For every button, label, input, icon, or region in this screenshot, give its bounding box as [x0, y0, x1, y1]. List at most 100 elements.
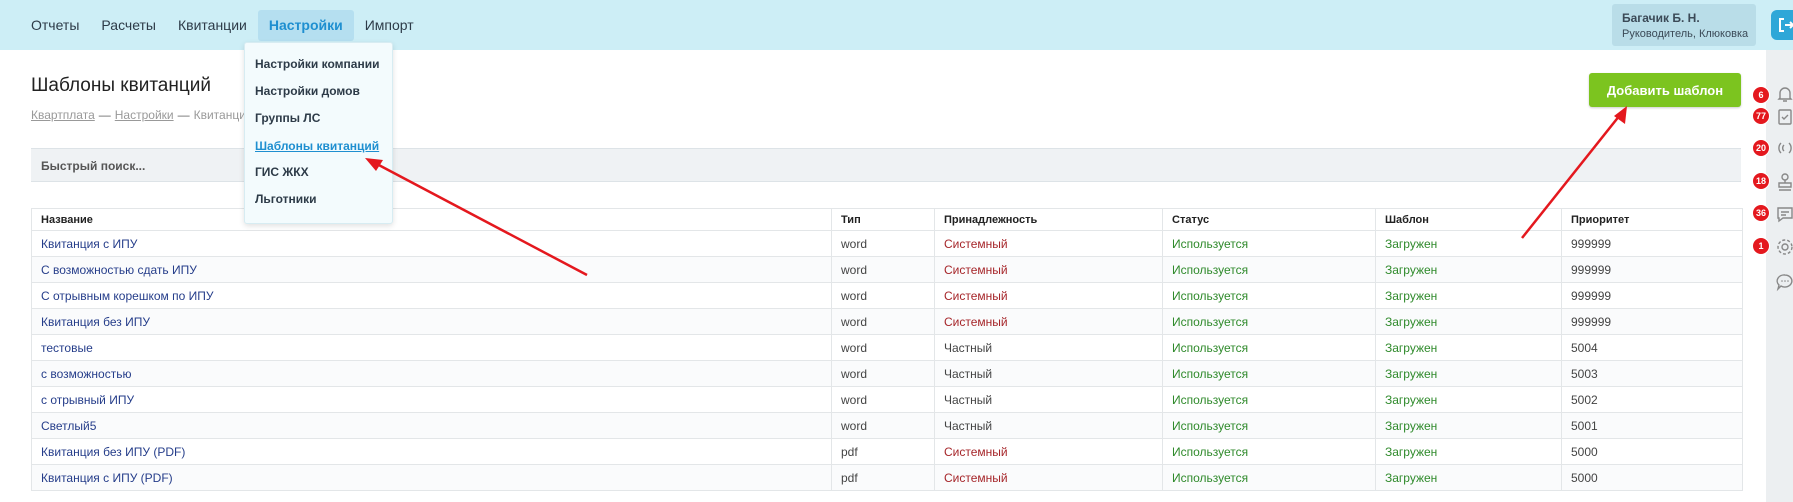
template-priority: 5003 — [1561, 360, 1743, 387]
template-file-status: Загружен — [1375, 308, 1562, 335]
column-header-type[interactable]: Тип — [831, 208, 935, 231]
menu-item-house-settings[interactable]: Настройки домов — [255, 84, 360, 98]
template-name-link[interactable]: с отрывный ИПУ — [41, 393, 134, 407]
template-name-link[interactable]: Квитанция без ИПУ — [41, 315, 150, 329]
template-type: pdf — [831, 464, 935, 491]
column-header-status[interactable]: Статус — [1162, 208, 1376, 231]
breadcrumb-link[interactable]: Квартплата — [31, 108, 95, 122]
user-name: Багачик Б. Н. — [1622, 11, 1700, 25]
template-owner: Частный — [934, 360, 1163, 387]
template-name-link[interactable]: с возможностью — [41, 367, 131, 381]
template-priority: 999999 — [1561, 282, 1743, 309]
template-owner: Системный — [934, 256, 1163, 283]
stamp-icon[interactable] — [1775, 172, 1793, 192]
nav-item-reports[interactable]: Отчеты — [20, 10, 90, 41]
template-type: pdf — [831, 438, 935, 465]
menu-item-company-settings[interactable]: Настройки компании — [255, 57, 379, 71]
template-priority: 5002 — [1561, 386, 1743, 413]
user-profile-card[interactable]: Багачик Б. Н. Руководитель, Клюковка — [1612, 4, 1756, 46]
logout-button[interactable] — [1771, 10, 1793, 40]
template-owner: Системный — [934, 438, 1163, 465]
table-row[interactable]: Квитанция без ИПУ (PDF) pdf Системный Ис… — [31, 438, 1743, 465]
table-row[interactable]: тестовые word Частный Используется Загру… — [31, 334, 1743, 361]
template-owner: Системный — [934, 282, 1163, 309]
template-owner: Частный — [934, 334, 1163, 361]
nav-item-calculations[interactable]: Расчеты — [90, 10, 167, 41]
breadcrumb-separator: — — [177, 108, 190, 122]
breadcrumb-separator: — — [98, 108, 111, 122]
user-role: Руководитель, Клюковка — [1622, 28, 1749, 40]
table-row[interactable]: с отрывный ИПУ word Частный Используется… — [31, 386, 1743, 413]
template-status: Используется — [1162, 256, 1376, 283]
template-name-link[interactable]: Квитанция с ИПУ (PDF) — [41, 471, 173, 485]
breadcrumb-link[interactable]: Настройки — [115, 108, 174, 122]
template-file-status: Загружен — [1375, 282, 1562, 309]
annotation-arrowhead — [1614, 106, 1627, 124]
template-type: word — [831, 412, 935, 439]
column-header-owner[interactable]: Принадлежность — [934, 208, 1163, 231]
bell-icon[interactable] — [1775, 84, 1793, 104]
template-priority: 999999 — [1561, 256, 1743, 283]
template-type: word — [831, 282, 935, 309]
gear-icon[interactable] — [1775, 237, 1793, 257]
notification-badge: 36 — [1752, 204, 1770, 222]
table-row[interactable]: с возможностью word Частный Используется… — [31, 360, 1743, 387]
table-row[interactable]: Квитанция с ИПУ (PDF) pdf Системный Испо… — [31, 464, 1743, 491]
template-file-status: Загружен — [1375, 360, 1562, 387]
message-icon[interactable] — [1775, 204, 1793, 224]
template-file-status: Загружен — [1375, 438, 1562, 465]
nav-item-settings[interactable]: Настройки — [257, 9, 354, 41]
template-priority: 5000 — [1561, 438, 1743, 465]
menu-item-account-groups[interactable]: Группы ЛС — [255, 111, 320, 125]
template-status: Используется — [1162, 360, 1376, 387]
template-name-link[interactable]: тестовые — [41, 341, 93, 355]
template-status: Используется — [1162, 412, 1376, 439]
table-row[interactable]: С возможностью сдать ИПУ word Системный … — [31, 256, 1743, 283]
template-status: Используется — [1162, 464, 1376, 491]
template-name-link[interactable]: Светлый5 — [41, 419, 96, 433]
table-row[interactable]: Квитанция без ИПУ word Системный Использ… — [31, 308, 1743, 335]
template-name-link[interactable]: Квитанция с ИПУ — [41, 237, 137, 251]
template-status: Используется — [1162, 282, 1376, 309]
signal-waves-icon[interactable] — [1775, 138, 1793, 158]
chat-bubble-icon[interactable] — [1775, 272, 1793, 292]
breadcrumb: Квартплата — Настройки — Квитанци — [31, 108, 246, 122]
template-name-link[interactable]: С возможностью сдать ИПУ — [41, 263, 197, 277]
clipboard-check-icon[interactable] — [1775, 106, 1793, 126]
template-file-status: Загружен — [1375, 230, 1562, 257]
template-file-status: Загружен — [1375, 334, 1562, 361]
table-row[interactable]: С отрывным корешком по ИПУ word Системны… — [31, 282, 1743, 309]
template-priority: 5001 — [1561, 412, 1743, 439]
template-file-status: Загружен — [1375, 464, 1562, 491]
column-header-template[interactable]: Шаблон — [1375, 208, 1562, 231]
settings-dropdown-menu: Настройки компании Настройки домов Групп… — [244, 42, 393, 224]
menu-item-receipt-templates[interactable]: Шаблоны квитанций — [255, 139, 379, 153]
notification-badge: 18 — [1752, 172, 1770, 190]
template-priority: 5004 — [1561, 334, 1743, 361]
template-type: word — [831, 256, 935, 283]
template-type: word — [831, 360, 935, 387]
notification-badge: 6 — [1752, 86, 1770, 104]
menu-item-beneficiaries[interactable]: Льготники — [255, 192, 317, 206]
add-template-button[interactable]: Добавить шаблон — [1589, 73, 1741, 107]
template-status: Используется — [1162, 438, 1376, 465]
template-name-link[interactable]: С отрывным корешком по ИПУ — [41, 289, 213, 303]
template-owner: Частный — [934, 412, 1163, 439]
column-header-priority[interactable]: Приоритет — [1561, 208, 1743, 231]
template-file-status: Загружен — [1375, 412, 1562, 439]
template-type: word — [831, 308, 935, 335]
template-owner: Системный — [934, 230, 1163, 257]
template-status: Используется — [1162, 386, 1376, 413]
column-header-name[interactable]: Название — [31, 208, 832, 231]
breadcrumb-current: Квитанци — [193, 108, 246, 122]
table-row[interactable]: Квитанция с ИПУ word Системный Используе… — [31, 230, 1743, 257]
template-owner: Системный — [934, 308, 1163, 335]
nav-item-receipts[interactable]: Квитанции — [167, 10, 258, 41]
notification-badge: 77 — [1752, 107, 1770, 125]
template-status: Используется — [1162, 308, 1376, 335]
menu-item-gis-zhkh[interactable]: ГИС ЖКХ — [255, 165, 309, 179]
nav-item-import[interactable]: Импорт — [354, 10, 425, 41]
template-name-link[interactable]: Квитанция без ИПУ (PDF) — [41, 445, 185, 459]
table-row[interactable]: Светлый5 word Частный Используется Загру… — [31, 412, 1743, 439]
template-priority: 999999 — [1561, 308, 1743, 335]
